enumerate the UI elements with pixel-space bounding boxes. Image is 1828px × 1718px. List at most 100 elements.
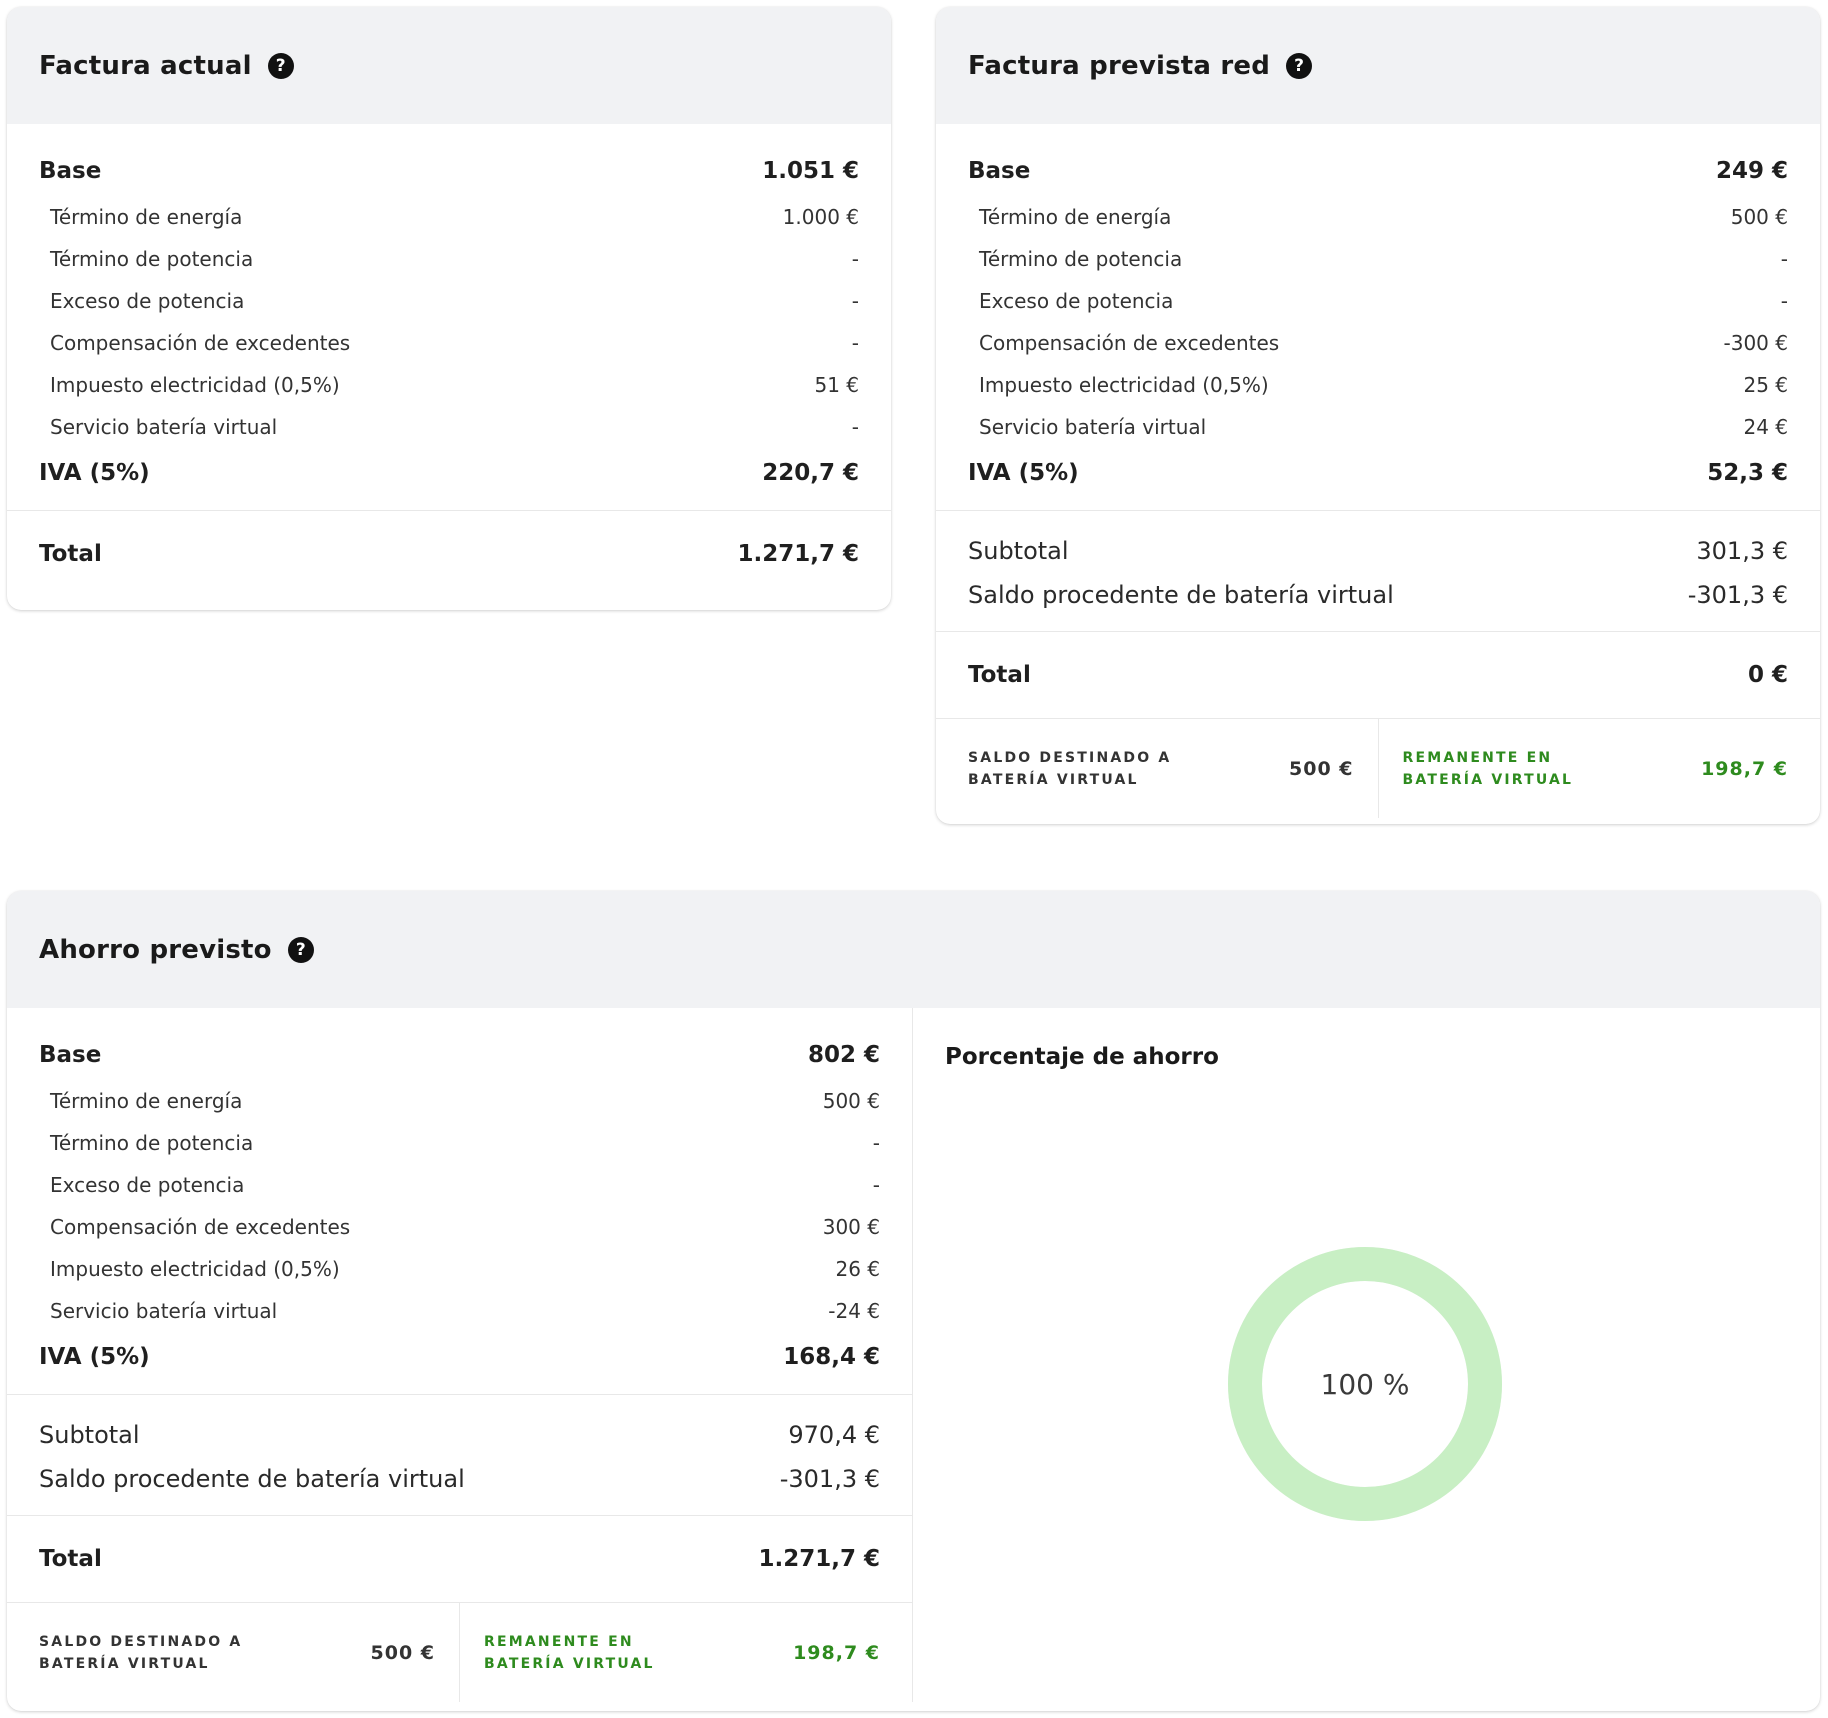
item-label: Servicio batería virtual — [50, 415, 278, 439]
base-value: 249 € — [1715, 158, 1788, 184]
subtotal-value: 301,3 € — [1696, 537, 1788, 565]
item-label: Término de potencia — [50, 1131, 254, 1155]
factura-prevista-header: Factura prevista red ? — [936, 7, 1820, 124]
chart-title: Porcentaje de ahorro — [945, 1044, 1219, 1070]
subtotal-row: Subtotal 970,4 € — [39, 1413, 880, 1457]
base-label: Base — [39, 1042, 102, 1068]
subtotal-value: 970,4 € — [788, 1421, 880, 1449]
item-label: Término de energía — [50, 1089, 243, 1113]
saldo-destinado-cell: SALDO DESTINADO A BATERÍA VIRTUAL 500 € — [936, 719, 1378, 818]
remanente-label: REMANENTE EN BATERÍA VIRTUAL — [1403, 747, 1574, 791]
total-row: Total 0 € — [968, 650, 1788, 700]
item-value: - — [851, 289, 859, 313]
line-item: Término de energía 1.000 € — [39, 196, 859, 238]
saldo-destinado-cell: SALDO DESTINADO A BATERÍA VIRTUAL 500 € — [7, 1603, 459, 1702]
saldo-destinado-label: SALDO DESTINADO A BATERÍA VIRTUAL — [39, 1631, 242, 1675]
battery-summary-strip: SALDO DESTINADO A BATERÍA VIRTUAL 500 € … — [936, 718, 1820, 818]
item-value: - — [1780, 247, 1788, 271]
total-row: Total 1.271,7 € — [39, 529, 859, 579]
help-icon[interactable]: ? — [267, 52, 294, 79]
saldo-label: Saldo procedente de batería virtual — [968, 581, 1394, 609]
iva-value: 220,7 € — [762, 460, 859, 486]
item-value: 500 € — [1730, 205, 1788, 229]
remanente-label: REMANENTE EN BATERÍA VIRTUAL — [484, 1631, 655, 1675]
total-value: 0 € — [1747, 662, 1788, 688]
line-item: Término de potencia - — [39, 1122, 880, 1164]
item-value: -24 € — [828, 1299, 880, 1323]
donut-percent-label: 100 % — [1321, 1368, 1410, 1401]
label-line: REMANENTE EN — [1402, 749, 1553, 766]
remanente-cell: REMANENTE EN BATERÍA VIRTUAL 198,7 € — [459, 1603, 912, 1702]
savings-donut-chart: 100 % — [1228, 1247, 1502, 1521]
saldo-destinado-value: 500 € — [370, 1641, 435, 1664]
item-value: 24 € — [1743, 415, 1788, 439]
iva-row: IVA (5%) 220,7 € — [39, 448, 859, 498]
battery-summary-strip: SALDO DESTINADO A BATERÍA VIRTUAL 500 € … — [7, 1602, 912, 1702]
item-label: Término de energía — [979, 205, 1172, 229]
item-value: - — [872, 1131, 880, 1155]
ahorro-previsto-card: Ahorro previsto ? Base 802 € Término de … — [7, 891, 1820, 1711]
line-item: Impuesto electricidad (0,5%) 51 € — [39, 364, 859, 406]
label-line: BATERÍA VIRTUAL — [39, 1655, 210, 1672]
item-label: Término de energía — [50, 205, 243, 229]
item-label: Exceso de potencia — [50, 1173, 245, 1197]
base-value: 1.051 € — [762, 158, 859, 184]
saldo-row: Saldo procedente de batería virtual -301… — [968, 573, 1788, 617]
line-item: Exceso de potencia - — [968, 280, 1788, 322]
line-item: Compensación de excedentes 300 € — [39, 1206, 880, 1248]
iva-row: IVA (5%) 168,4 € — [39, 1332, 880, 1382]
item-value: -300 € — [1723, 331, 1788, 355]
line-item: Término de potencia - — [39, 238, 859, 280]
total-label: Total — [968, 662, 1031, 688]
saldo-row: Saldo procedente de batería virtual -301… — [39, 1457, 880, 1501]
total-label: Total — [39, 541, 102, 567]
iva-value: 168,4 € — [783, 1344, 880, 1370]
remanente-value: 198,7 € — [793, 1641, 880, 1664]
label-line: BATERÍA VIRTUAL — [968, 771, 1139, 788]
iva-label: IVA (5%) — [39, 460, 150, 486]
item-label: Exceso de potencia — [979, 289, 1174, 313]
item-value: 500 € — [822, 1089, 880, 1113]
label-line: SALDO DESTINADO A — [968, 749, 1172, 766]
base-label: Base — [968, 158, 1031, 184]
item-label: Compensación de excedentes — [50, 331, 351, 355]
line-item: Compensación de excedentes -300 € — [968, 322, 1788, 364]
ahorro-previsto-title: Ahorro previsto — [39, 934, 272, 965]
item-label: Servicio batería virtual — [979, 415, 1207, 439]
help-icon[interactable]: ? — [287, 936, 314, 963]
item-value: 300 € — [822, 1215, 880, 1239]
subtotal-label: Subtotal — [39, 1421, 140, 1449]
base-row: Base 1.051 € — [39, 146, 859, 196]
saldo-label: Saldo procedente de batería virtual — [39, 1465, 465, 1493]
line-item: Servicio batería virtual 24 € — [968, 406, 1788, 448]
iva-label: IVA (5%) — [968, 460, 1079, 486]
factura-actual-card: Factura actual ? Base 1.051 € Término de… — [7, 7, 891, 610]
item-label: Servicio batería virtual — [50, 1299, 278, 1323]
remanente-value: 198,7 € — [1701, 757, 1788, 780]
label-line: BATERÍA VIRTUAL — [1402, 771, 1574, 788]
base-row: Base 802 € — [39, 1030, 880, 1080]
item-value: 25 € — [1743, 373, 1788, 397]
saldo-value: -301,3 € — [779, 1465, 880, 1493]
savings-chart-panel: Porcentaje de ahorro 100 % — [913, 1008, 1820, 1702]
iva-label: IVA (5%) — [39, 1344, 150, 1370]
total-row: Total 1.271,7 € — [39, 1534, 880, 1584]
subtotal-row: Subtotal 301,3 € — [968, 529, 1788, 573]
item-value: - — [872, 1173, 880, 1197]
line-item: Exceso de potencia - — [39, 1164, 880, 1206]
base-label: Base — [39, 158, 102, 184]
item-label: Término de potencia — [50, 247, 254, 271]
item-value: - — [1780, 289, 1788, 313]
help-icon[interactable]: ? — [1286, 52, 1313, 79]
line-item: Término de energía 500 € — [39, 1080, 880, 1122]
item-value: - — [851, 247, 859, 271]
item-label: Término de potencia — [979, 247, 1183, 271]
item-label: Impuesto electricidad (0,5%) — [979, 373, 1269, 397]
total-value: 1.271,7 € — [737, 541, 859, 567]
item-value: - — [851, 331, 859, 355]
base-value: 802 € — [807, 1042, 880, 1068]
factura-prevista-card: Factura prevista red ? Base 249 € Términ… — [936, 7, 1820, 824]
iva-row: IVA (5%) 52,3 € — [968, 448, 1788, 498]
line-item: Término de energía 500 € — [968, 196, 1788, 238]
factura-actual-header: Factura actual ? — [7, 7, 891, 124]
